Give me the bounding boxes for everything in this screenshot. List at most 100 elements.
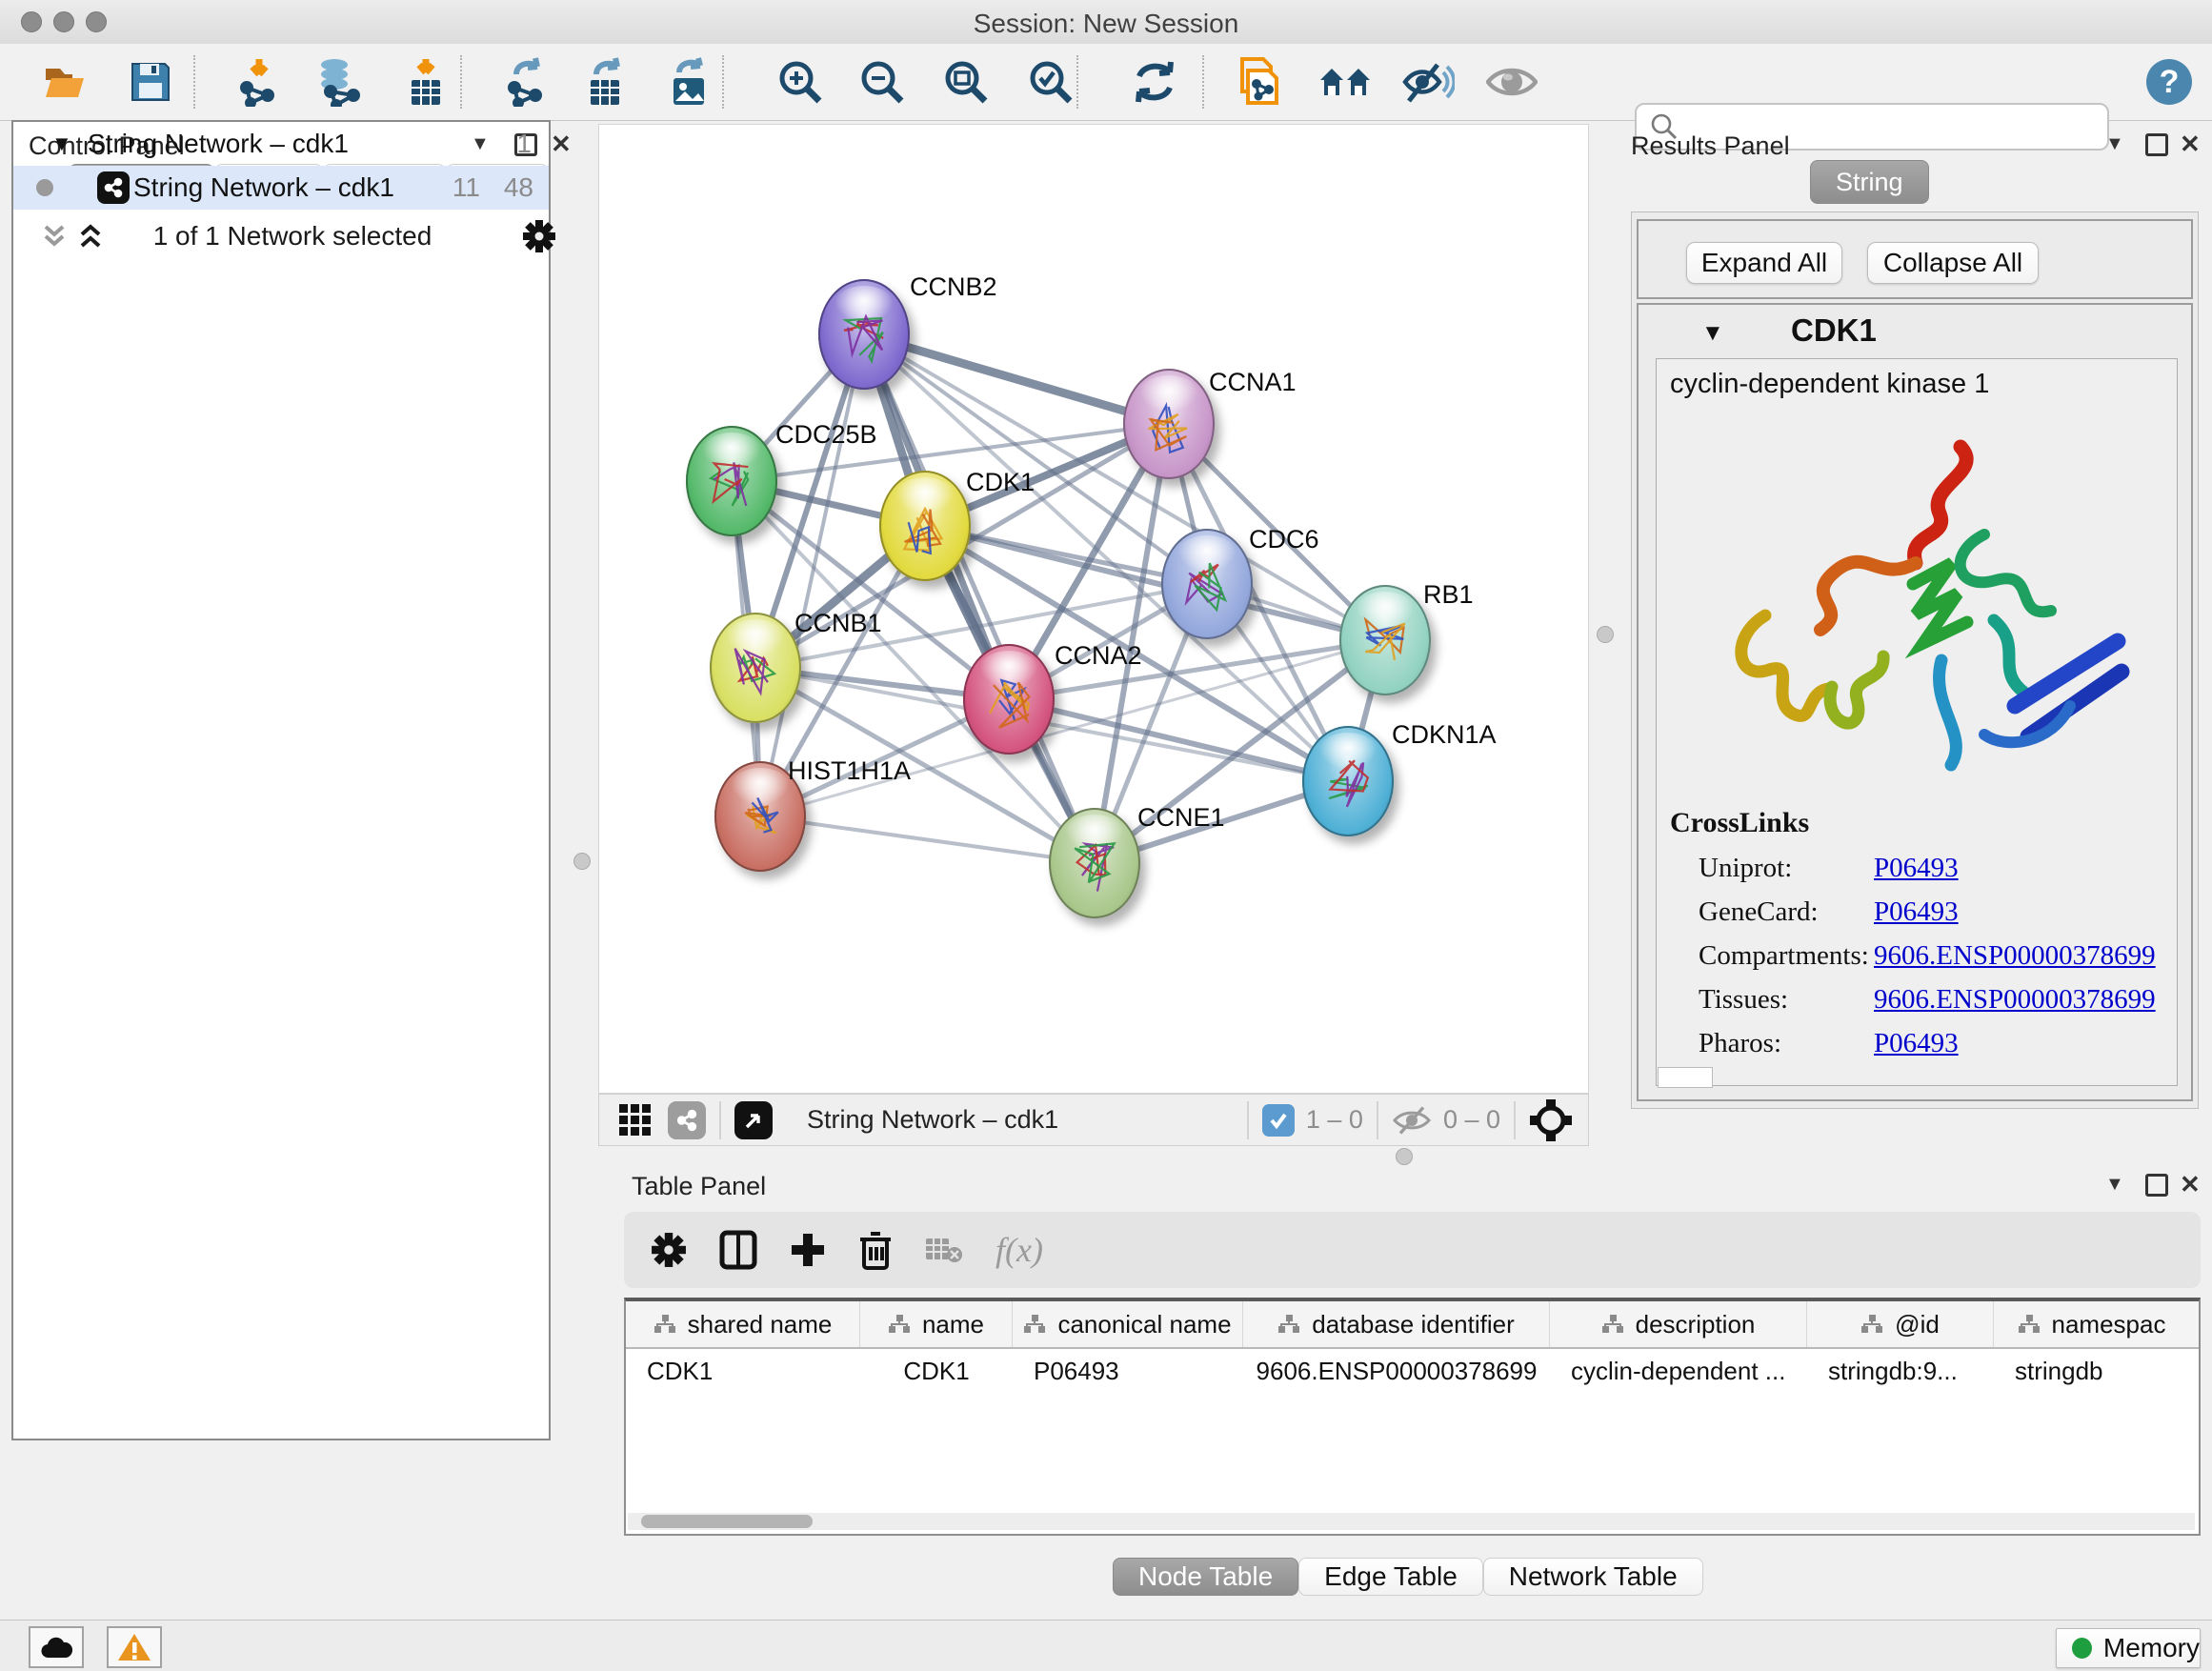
- column-header[interactable]: @id: [1807, 1301, 1994, 1347]
- column-header[interactable]: database identifier: [1243, 1301, 1550, 1347]
- import-table-icon[interactable]: [395, 51, 456, 112]
- export-network-icon[interactable]: [496, 51, 557, 112]
- tab-string[interactable]: String: [1810, 160, 1929, 204]
- hidden-counts: 0 – 0: [1443, 1105, 1500, 1135]
- export-table-icon[interactable]: [576, 51, 637, 112]
- control-panel: Control Panel ▼ ✕ NetworkStyleSelectSets…: [11, 120, 573, 1620]
- undock-panel-icon[interactable]: [2145, 133, 2168, 156]
- birdseye-view-icon[interactable]: [734, 1101, 773, 1139]
- column-header[interactable]: shared name: [626, 1301, 860, 1347]
- network-node-CDKN1A[interactable]: [1302, 726, 1394, 836]
- hidden-eye-icon[interactable]: [1392, 1104, 1432, 1137]
- zoom-in-icon[interactable]: [770, 51, 831, 112]
- float-panel-icon[interactable]: ▼: [2105, 1174, 2124, 1196]
- crosslink-tissues-link[interactable]: 9606.ENSP00000378699: [1874, 984, 2156, 1016]
- protein-thumbnail: [1142, 397, 1196, 458]
- collection-count: 1: [516, 129, 532, 159]
- network-node-CCNB2[interactable]: [818, 279, 910, 390]
- status-bar: Memory: [0, 1620, 2212, 1671]
- node-label-CDC6: CDC6: [1249, 525, 1319, 554]
- cloud-button[interactable]: [29, 1626, 84, 1668]
- export-image-icon[interactable]: [659, 51, 720, 112]
- tree-expand-icon[interactable]: ▼: [51, 131, 72, 156]
- function-builder-icon[interactable]: f(x): [995, 1230, 1043, 1270]
- open-session-icon[interactable]: [34, 51, 95, 112]
- show-columns-icon[interactable]: [719, 1230, 757, 1270]
- show-graphics-details-icon[interactable]: [1481, 51, 1542, 112]
- protein-thumbnail: [982, 673, 1036, 734]
- memory-label: Memory: [2103, 1633, 2200, 1663]
- network-collection-label: String Network – cdk1: [88, 129, 349, 159]
- crosslink-genecard-link[interactable]: P06493: [1874, 896, 1959, 928]
- network-tree-root-row[interactable]: ▼ String Network – cdk1 1: [13, 122, 549, 166]
- table-row[interactable]: CDK1 CDK1 P06493 9606.ENSP00000378699 cy…: [626, 1349, 2199, 1393]
- zoom-selected-icon[interactable]: [1020, 51, 1081, 112]
- network-node-CDK1[interactable]: [879, 471, 971, 581]
- selected-checkbox-icon[interactable]: [1262, 1104, 1295, 1137]
- footer-separator: [719, 1101, 721, 1139]
- crosslink-pharos-link[interactable]: P06493: [1874, 1028, 1959, 1059]
- protein-structure-image: [1670, 420, 2165, 792]
- network-canvas[interactable]: CCNB2CCNA1CDC25BCDK1CDC6RB1CCNB1CCNA2CDK…: [598, 124, 1589, 1094]
- copy-network-icon[interactable]: [1229, 51, 1290, 112]
- warning-button[interactable]: [107, 1626, 162, 1668]
- import-network-file-icon[interactable]: [229, 51, 290, 112]
- delete-column-icon[interactable]: [858, 1230, 893, 1270]
- column-header[interactable]: description: [1550, 1301, 1807, 1347]
- network-node-CCNA1[interactable]: [1123, 369, 1215, 479]
- close-panel-icon[interactable]: ✕: [2180, 1170, 2201, 1199]
- selected-counts: 1 – 0: [1306, 1105, 1363, 1135]
- column-header[interactable]: namespac: [1994, 1301, 2189, 1347]
- tab-network-table[interactable]: Network Table: [1483, 1558, 1703, 1596]
- node-table: shared name name canonical name database…: [624, 1298, 2201, 1536]
- zoom-out-icon[interactable]: [852, 51, 913, 112]
- network-node-CDC25B[interactable]: [686, 426, 777, 536]
- node-label-RB1: RB1: [1423, 580, 1474, 610]
- network-node-CCNA2[interactable]: [963, 644, 1055, 755]
- section-collapse-icon[interactable]: ▼: [1701, 320, 1724, 347]
- fit-content-icon[interactable]: [1529, 1098, 1573, 1142]
- network-node-CDC6[interactable]: [1161, 529, 1253, 639]
- string-home-icon[interactable]: [1315, 51, 1376, 112]
- tab-node-table[interactable]: Node Table: [1113, 1558, 1298, 1596]
- gene-description: cyclin-dependent kinase 1: [1670, 369, 1989, 400]
- column-header[interactable]: canonical name: [1013, 1301, 1243, 1347]
- add-column-icon[interactable]: [790, 1232, 826, 1268]
- gear-icon[interactable]: [522, 219, 556, 253]
- import-network-database-icon[interactable]: [308, 51, 369, 112]
- network-node-CCNE1[interactable]: [1049, 808, 1140, 918]
- hide-graphics-details-icon[interactable]: [1398, 51, 1458, 112]
- svg-text:?: ?: [2160, 64, 2180, 100]
- network-tree-item-row[interactable]: String Network – cdk1 11 48: [13, 166, 549, 210]
- zoom-fit-icon[interactable]: [935, 51, 996, 112]
- undock-panel-icon[interactable]: [2145, 1174, 2168, 1197]
- float-panel-icon[interactable]: ▼: [2105, 133, 2124, 155]
- column-header[interactable]: name: [860, 1301, 1013, 1347]
- network-node-CCNB1[interactable]: [710, 613, 801, 723]
- gene-name: CDK1: [1791, 312, 1877, 349]
- network-view-toolbar: String Network – cdk1 1 – 0 0 – 0: [598, 1094, 1589, 1146]
- memory-button[interactable]: Memory: [2056, 1628, 2201, 1668]
- scrollbar-thumb[interactable]: [641, 1515, 813, 1528]
- collapse-all-button[interactable]: Collapse All: [1867, 242, 2039, 284]
- horizontal-scrollbar[interactable]: [628, 1513, 2195, 1530]
- refresh-icon[interactable]: [1124, 51, 1185, 112]
- expand-all-button[interactable]: Expand All: [1686, 242, 1842, 284]
- protein-thumbnail: [837, 308, 891, 369]
- close-panel-icon[interactable]: ✕: [2180, 130, 2201, 159]
- network-node-RB1[interactable]: [1339, 585, 1431, 695]
- right-splitter-handle[interactable]: [1597, 626, 1614, 643]
- crosslink-uniprot-link[interactable]: P06493: [1874, 853, 1959, 884]
- title-bar: Session: New Session: [0, 0, 2212, 45]
- table-panel-title: Table Panel: [632, 1172, 766, 1201]
- save-session-icon[interactable]: [120, 51, 181, 112]
- close-panel-icon[interactable]: ✕: [551, 130, 572, 159]
- left-splitter-handle[interactable]: [573, 853, 591, 870]
- delete-table-icon[interactable]: [925, 1236, 963, 1264]
- grid-view-icon[interactable]: [618, 1103, 653, 1137]
- gear-icon[interactable]: [651, 1232, 687, 1268]
- network-view-icon[interactable]: [668, 1101, 706, 1139]
- crosslink-compartments-link[interactable]: 9606.ENSP00000378699: [1874, 940, 2156, 972]
- help-icon[interactable]: ?: [2139, 51, 2200, 112]
- tab-edge-table[interactable]: Edge Table: [1298, 1558, 1483, 1596]
